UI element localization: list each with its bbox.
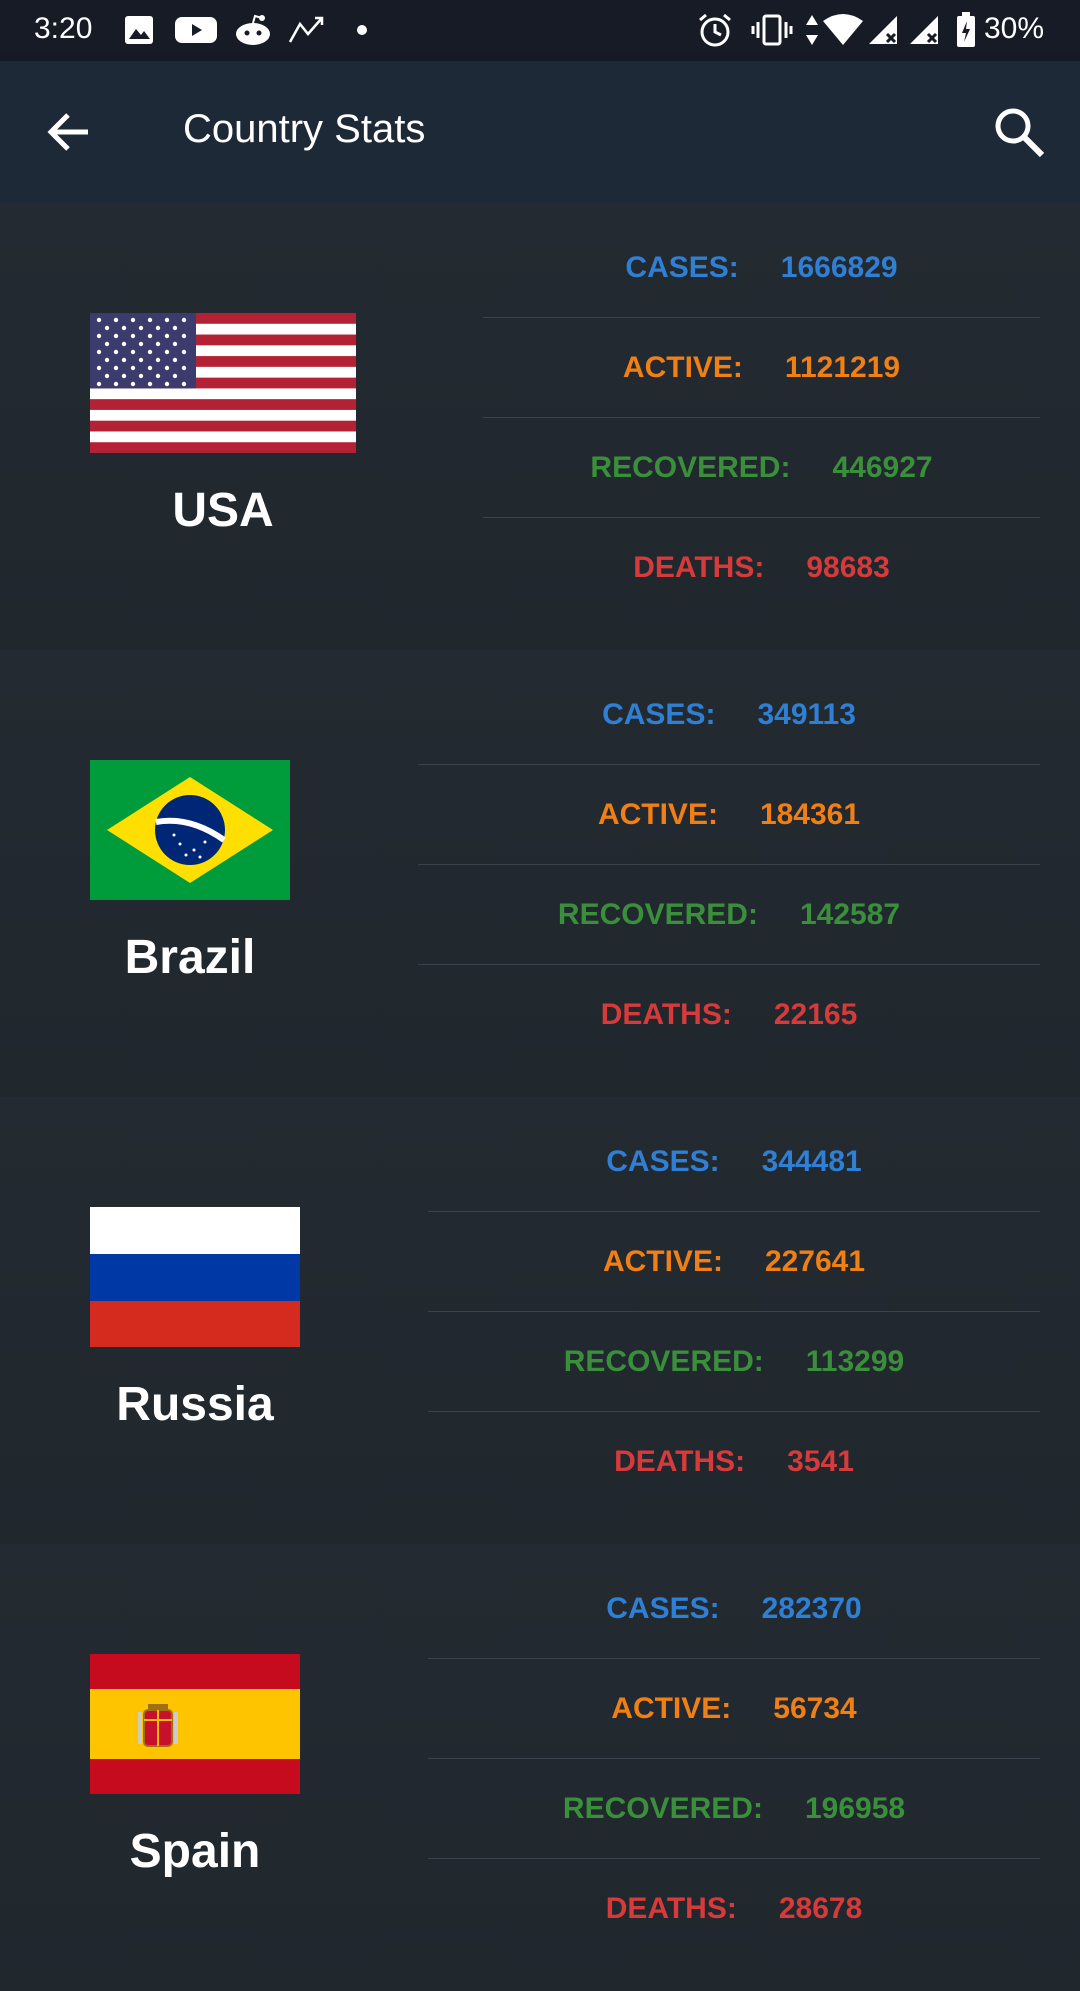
active-label: ACTIVE:: [602, 1244, 723, 1278]
signal-icon: [867, 12, 899, 48]
country-card-usa[interactable]: USA CASES: 1666829 ACTIVE: 1121219 RECOVER…: [0, 203, 1080, 650]
data-arrows-icon: [803, 12, 821, 48]
page-title: Country Stats: [183, 107, 426, 151]
spain-flag-icon: [90, 1654, 300, 1794]
cases-value: 1666829: [780, 250, 898, 284]
russia-flag-icon: [90, 1207, 300, 1347]
stat-cases: CASES: 349113: [418, 665, 1040, 765]
stat-deaths: DEATHS: 3541: [428, 1412, 1040, 1511]
country-stats: CASES: 344481 ACTIVE: 227641 RECOVERED: 113…: [428, 1112, 1040, 1511]
deaths-value: 3541: [787, 1444, 854, 1478]
active-value: 56734: [773, 1691, 857, 1725]
stat-cases: CASES: 282370: [428, 1559, 1040, 1659]
country-stats: CASES: 1666829 ACTIVE: 1121219 RECOVERED: 4…: [483, 218, 1040, 617]
status-time: 3:20: [34, 12, 93, 45]
country-list: USA CASES: 1666829 ACTIVE: 1121219 RECOVER…: [0, 203, 1080, 1991]
cases-value: 349113: [757, 697, 856, 731]
recovered-label: RECOVERED:: [562, 1791, 763, 1825]
usa-flag-icon: [90, 313, 356, 453]
trend-icon: [288, 12, 328, 48]
recovered-value: 142587: [799, 897, 901, 931]
country-card-russia[interactable]: Russia CASES: 344481 ACTIVE: 227641 RECOVE…: [0, 1097, 1080, 1544]
battery-icon: [956, 12, 976, 48]
recovered-label: RECOVERED:: [563, 1344, 764, 1378]
country-name: Brazil: [124, 931, 256, 984]
recovered-label: RECOVERED:: [590, 450, 791, 484]
deaths-label: DEATHS:: [600, 997, 732, 1031]
country-stats: CASES: 349113 ACTIVE: 184361 RECOVERED: 142…: [418, 665, 1040, 1064]
battery-percent: 30%: [983, 12, 1044, 45]
gallery-icon: [124, 12, 154, 48]
country-card-spain[interactable]: Spain CASES: 282370 ACTIVE: 56734 RECOVERE…: [0, 1544, 1080, 1991]
youtube-icon: [175, 12, 217, 48]
stat-recovered: RECOVERED: 113299: [428, 1312, 1040, 1412]
search-icon[interactable]: [992, 105, 1046, 159]
cases-value: 282370: [761, 1591, 862, 1625]
cases-label: CASES:: [625, 250, 739, 284]
deaths-label: DEATHS:: [633, 550, 765, 584]
country-name: USA: [172, 484, 274, 537]
stat-cases: CASES: 344481: [428, 1112, 1040, 1212]
stat-recovered: RECOVERED: 142587: [418, 865, 1040, 965]
country-name: Russia: [116, 1378, 274, 1431]
active-label: ACTIVE:: [622, 350, 743, 384]
app-bar: Country Stats: [0, 61, 1080, 203]
country-card-brazil[interactable]: Brazil CASES: 349113 ACTIVE: 184361 RECOVE…: [0, 650, 1080, 1097]
deaths-label: DEATHS:: [605, 1891, 737, 1925]
active-value: 184361: [759, 797, 861, 831]
active-label: ACTIVE:: [597, 797, 718, 831]
stat-cases: CASES: 1666829: [483, 218, 1040, 318]
cases-label: CASES:: [606, 1144, 720, 1178]
active-value: 227641: [764, 1244, 866, 1278]
vibrate-icon: [750, 12, 794, 48]
reddit-icon: [233, 12, 273, 48]
stat-deaths: DEATHS: 28678: [428, 1859, 1040, 1958]
recovered-value: 446927: [832, 450, 933, 484]
stat-deaths: DEATHS: 98683: [483, 518, 1040, 617]
country-stats: CASES: 282370 ACTIVE: 56734 RECOVERED: 1969…: [428, 1559, 1040, 1958]
alarm-icon: [696, 12, 734, 48]
active-value: 1121219: [784, 350, 901, 384]
dot-icon: [356, 12, 368, 48]
status-bar: 3:20 30%: [0, 0, 1080, 61]
stat-recovered: RECOVERED: 196958: [428, 1759, 1040, 1859]
deaths-label: DEATHS:: [614, 1444, 746, 1478]
recovered-value: 196958: [804, 1791, 906, 1825]
deaths-value: 22165: [773, 997, 858, 1031]
stat-active: ACTIVE: 184361: [418, 765, 1040, 865]
deaths-value: 98683: [806, 550, 890, 584]
cases-value: 344481: [761, 1144, 862, 1178]
wifi-icon: [823, 12, 863, 48]
cases-label: CASES:: [606, 1591, 720, 1625]
recovered-label: RECOVERED:: [557, 897, 758, 931]
stat-active: ACTIVE: 227641: [428, 1212, 1040, 1312]
active-label: ACTIVE:: [611, 1691, 732, 1725]
stat-active: ACTIVE: 1121219: [483, 318, 1040, 418]
stat-deaths: DEATHS: 22165: [418, 965, 1040, 1064]
brazil-flag-icon: [90, 760, 290, 900]
cases-label: CASES:: [602, 697, 716, 731]
deaths-value: 28678: [778, 1891, 863, 1925]
stat-active: ACTIVE: 56734: [428, 1659, 1040, 1759]
recovered-value: 113299: [805, 1344, 905, 1378]
country-name: Spain: [129, 1825, 261, 1878]
back-arrow-icon[interactable]: [44, 107, 94, 157]
signal-icon-2: [908, 12, 940, 48]
stat-recovered: RECOVERED: 446927: [483, 418, 1040, 518]
